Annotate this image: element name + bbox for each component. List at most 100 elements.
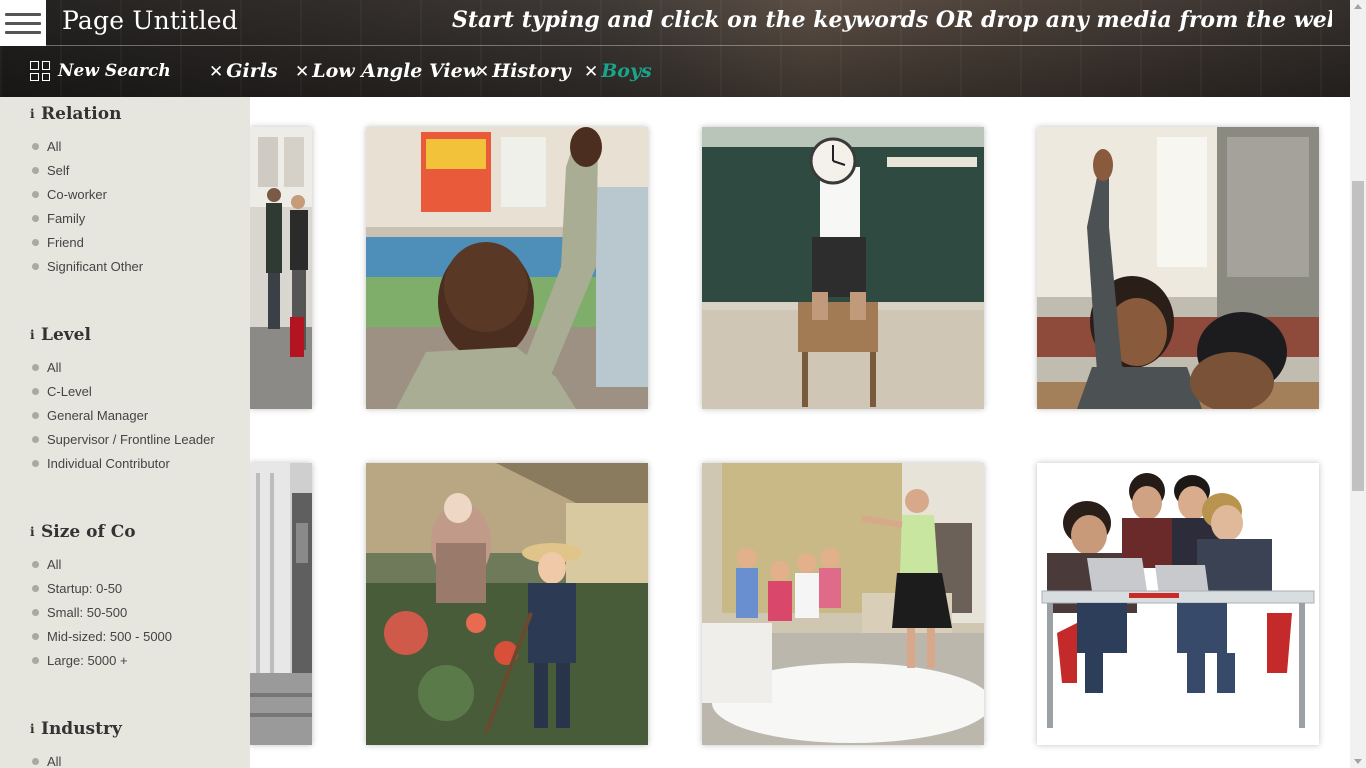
bullet-icon: [32, 363, 39, 371]
section-title: Size of Co: [41, 522, 136, 542]
filter-option-label: Supervisor / Frontline Leader: [47, 431, 215, 447]
filter-sidebar: i Relation All Self Co-worker Family Fri…: [0, 97, 250, 768]
section-title: Level: [41, 325, 91, 345]
close-icon[interactable]: ✕: [209, 62, 223, 82]
menu-line: [5, 30, 41, 34]
filter-option[interactable]: Friend: [0, 230, 250, 254]
filter-option[interactable]: Large: 5000 +: [0, 648, 250, 672]
filter-option-label: Friend: [47, 234, 84, 250]
filter-option[interactable]: C-Level: [0, 379, 250, 403]
vertical-scrollbar[interactable]: [1350, 0, 1366, 768]
section-title: Industry: [41, 719, 122, 739]
tag-label: Boys: [601, 60, 652, 82]
tag-boys[interactable]: ✕ Boys: [584, 60, 652, 82]
filter-bar: New Search ✕ Girls ✕ Low Angle View ✕ Histo…: [0, 47, 1350, 97]
bullet-icon: [32, 190, 39, 198]
crowd-photo: [250, 127, 312, 409]
section-header[interactable]: i Level: [0, 320, 250, 350]
close-icon[interactable]: ✕: [584, 62, 598, 82]
filter-option-label: C-Level: [47, 383, 92, 399]
image-thumb-painting-boy-garden[interactable]: [366, 463, 648, 745]
image-thumb-men-laptops[interactable]: [1037, 463, 1319, 745]
image-thumb-child-holding-clock[interactable]: [702, 127, 984, 409]
bullet-icon: [32, 608, 39, 616]
tag-girls[interactable]: ✕ Girls: [209, 60, 278, 82]
teacher-children-photo: [702, 463, 984, 745]
filter-option-label: Family: [47, 210, 86, 226]
tag-label: Girls: [226, 60, 278, 82]
header: Page Untitled Start typing and click on …: [0, 0, 1350, 97]
page-title[interactable]: Page Untitled: [62, 6, 238, 35]
filter-option-label: All: [47, 359, 62, 375]
bullet-icon: [32, 459, 39, 467]
filter-section-level: i Level All C-Level General Manager Supe…: [0, 320, 250, 475]
filter-option[interactable]: Significant Other: [0, 254, 250, 278]
bullet-icon: [32, 166, 39, 174]
filter-option[interactable]: General Manager: [0, 403, 250, 427]
bullet-icon: [32, 387, 39, 395]
info-icon[interactable]: i: [30, 525, 41, 539]
bullet-icon: [32, 435, 39, 443]
filter-option[interactable]: All: [0, 552, 250, 576]
filter-option-label: Individual Contributor: [47, 455, 170, 471]
painting-boy-garden: [366, 463, 648, 745]
filter-option-label: Mid-sized: 500 - 5000: [47, 628, 173, 644]
filter-section-size-of-co: i Size of Co All Startup: 0-50 Small: 50…: [0, 517, 250, 672]
filter-option[interactable]: Small: 50-500: [0, 600, 250, 624]
hamburger-menu-icon[interactable]: [0, 0, 46, 46]
tag-low-angle-view[interactable]: ✕ Low Angle View: [295, 60, 479, 82]
menu-line: [5, 12, 41, 16]
search-input[interactable]: Start typing and click on the keywords O…: [452, 7, 1332, 33]
image-thumb-girl-raising-hand[interactable]: [1037, 127, 1319, 409]
filter-option-label: All: [47, 753, 62, 768]
filter-option-label: Startup: 0-50: [47, 580, 123, 596]
scrollbar-thumb[interactable]: [1352, 181, 1364, 491]
bullet-icon: [32, 560, 39, 568]
close-icon[interactable]: ✕: [295, 62, 309, 82]
girl-raising-hand-photo: [1037, 127, 1319, 409]
section-header[interactable]: i Size of Co: [0, 517, 250, 547]
image-thumb-crowd[interactable]: [250, 127, 312, 409]
filter-option[interactable]: Self: [0, 158, 250, 182]
bullet-icon: [32, 584, 39, 592]
filter-option-label: All: [47, 138, 62, 154]
filter-option[interactable]: Mid-sized: 500 - 5000: [0, 624, 250, 648]
filter-section-industry: i Industry All: [0, 714, 250, 768]
filter-option[interactable]: All: [0, 134, 250, 158]
filter-option-label: Small: 50-500: [47, 604, 128, 620]
filter-option[interactable]: Family: [0, 206, 250, 230]
bullet-icon: [32, 656, 39, 664]
filter-option[interactable]: All: [0, 355, 250, 379]
filter-option-label: Significant Other: [47, 258, 144, 274]
image-thumb-boy-raising-hand[interactable]: [366, 127, 648, 409]
filter-option[interactable]: All: [0, 749, 250, 768]
header-top-bar: Page Untitled Start typing and click on …: [0, 0, 1350, 46]
boy-raising-hand-photo: [366, 127, 648, 409]
old-building-photo: [250, 463, 312, 745]
filter-option-label: General Manager: [47, 407, 149, 423]
image-thumb-teacher-children[interactable]: [702, 463, 984, 745]
filter-option[interactable]: Individual Contributor: [0, 451, 250, 475]
filter-option-label: All: [47, 556, 62, 572]
filter-option[interactable]: Startup: 0-50: [0, 576, 250, 600]
new-search-button[interactable]: New Search: [30, 61, 171, 81]
section-header[interactable]: i Industry: [0, 714, 250, 744]
image-thumb-old-building[interactable]: [250, 463, 312, 745]
bullet-icon: [32, 238, 39, 246]
tag-history[interactable]: ✕ History: [475, 60, 571, 82]
filter-option[interactable]: Supervisor / Frontline Leader: [0, 427, 250, 451]
bullet-icon: [32, 142, 39, 150]
info-icon[interactable]: i: [30, 107, 41, 121]
men-laptops-photo: [1037, 463, 1319, 745]
filter-option[interactable]: Co-worker: [0, 182, 250, 206]
scroll-down-icon[interactable]: [1354, 759, 1362, 764]
info-icon[interactable]: i: [30, 328, 41, 342]
info-icon[interactable]: i: [30, 722, 41, 736]
filter-option-label: Self: [47, 162, 70, 178]
section-header[interactable]: i Relation: [0, 99, 250, 129]
tag-label: History: [492, 60, 571, 82]
filter-option-label: Co-worker: [47, 186, 107, 202]
close-icon[interactable]: ✕: [475, 62, 489, 82]
bullet-icon: [32, 757, 39, 765]
scroll-up-icon[interactable]: [1354, 4, 1362, 9]
